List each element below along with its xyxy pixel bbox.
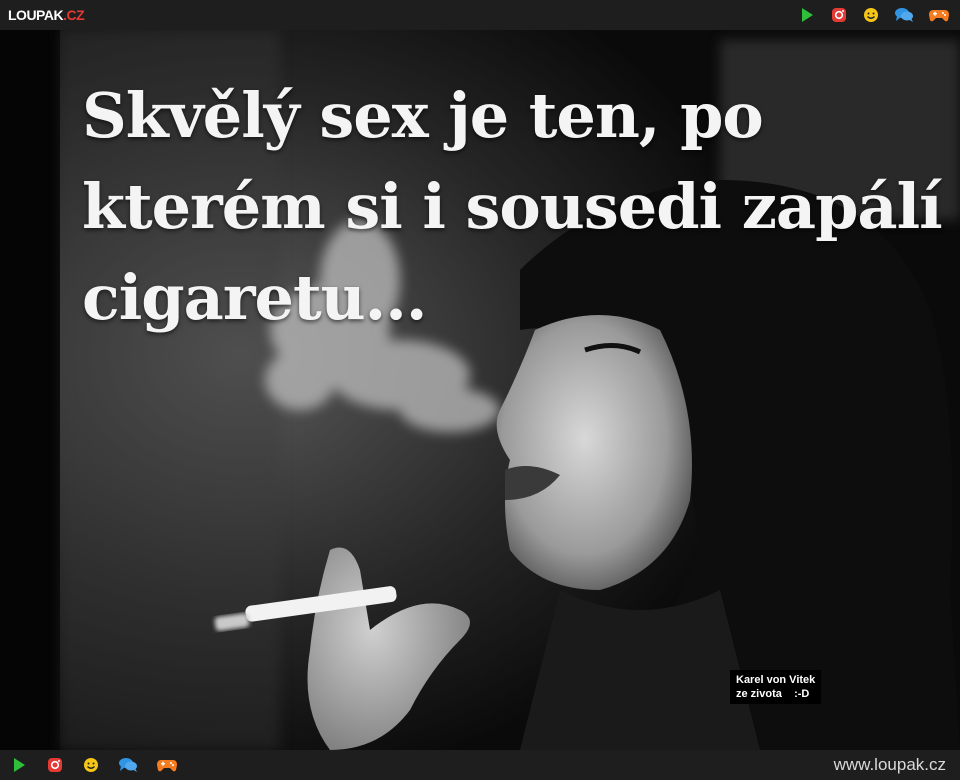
credit-note: ze zivota :-D — [736, 688, 810, 700]
chat-icon[interactable] — [894, 6, 914, 24]
bottom-icon-nav — [10, 756, 178, 774]
site-url[interactable]: www.loupak.cz — [834, 754, 946, 776]
caption-line: kterém si i sousedi zapálí — [82, 170, 943, 244]
logo-suffix: .CZ — [63, 7, 85, 23]
top-icon-nav — [798, 6, 950, 24]
site-logo[interactable]: LOUPAK.CZ — [8, 5, 85, 25]
smiley-icon[interactable] — [82, 756, 100, 774]
gamepad-icon[interactable] — [928, 6, 950, 24]
caption-line: Skvělý sex je ten, po — [82, 79, 764, 152]
instagram-icon[interactable] — [830, 6, 848, 24]
gamepad-icon[interactable] — [156, 756, 178, 774]
instagram-icon[interactable] — [46, 756, 64, 774]
author-credit: Karel von Vitek ze zivota :-D — [730, 670, 822, 704]
caption-line: cigaretu... — [82, 261, 427, 335]
meme-caption: Skvělý sex je ten, po kterém si i soused… — [82, 70, 943, 343]
play-icon[interactable] — [10, 756, 28, 774]
chat-icon[interactable] — [118, 756, 138, 774]
top-bar: LOUPAK.CZ — [0, 0, 960, 30]
bottom-bar: www.loupak.cz — [0, 750, 960, 780]
credit-name: Karel von Vitek — [736, 674, 816, 686]
smiley-icon[interactable] — [862, 6, 880, 24]
play-icon[interactable] — [798, 6, 816, 24]
meme-image: Skvělý sex je ten, po kterém si i soused… — [0, 30, 960, 750]
logo-text: LOUPAK — [8, 7, 64, 23]
